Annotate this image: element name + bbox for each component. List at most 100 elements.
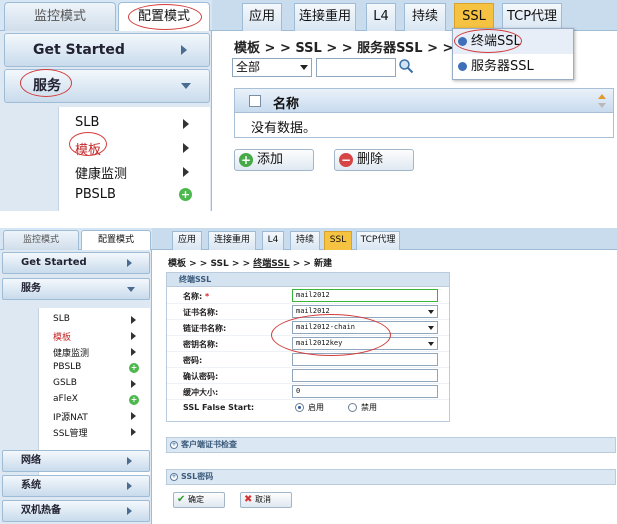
chain-label: 链证书名称: <box>183 324 227 333</box>
collapsible-client-cert-check[interactable]: + 客户端证书检查 <box>166 437 616 453</box>
false-start-disable-radio[interactable] <box>348 403 357 412</box>
chevron-right-icon <box>131 428 136 436</box>
delete-button-label: 删除 <box>357 152 384 167</box>
dropdown-arrow-icon <box>428 342 434 346</box>
sidebar-section-label: Get Started <box>21 257 87 268</box>
sidebar-item-pbslb[interactable]: PBSLB <box>75 187 116 202</box>
tab-tcp-proxy[interactable]: TCP代理 <box>356 231 400 250</box>
breadcrumb: 模板 > > SSL > > 服务器SSL > > 列 <box>234 41 471 56</box>
filter-select[interactable]: 全部 <box>232 58 312 77</box>
sidebar-section-system[interactable]: 系统 <box>2 475 150 497</box>
menu-item-label: 服务器SSL <box>471 59 534 74</box>
menu-item-server-ssl[interactable]: 服务器SSL <box>453 54 573 79</box>
collapsible-ssl-cipher[interactable]: + SSL密码 <box>166 469 616 485</box>
tab-config-mode[interactable]: 配置模式 <box>81 230 151 251</box>
tab-connection-reuse[interactable]: 连接重用 <box>294 3 356 31</box>
plus-icon[interactable]: + <box>129 363 139 373</box>
sidebar-item-ip-source-nat[interactable]: IP源NAT <box>53 410 88 423</box>
sidebar-section-label: 双机热备 <box>21 505 61 516</box>
collapsible-title: 客户端证书检查 <box>181 440 237 449</box>
function-tab-bar: 应用 连接重用 L4 持续 SSL TCP代理 <box>212 0 617 31</box>
tab-monitor-mode[interactable]: 监控模式 <box>3 230 79 250</box>
plus-icon[interactable]: + <box>129 395 139 405</box>
sidebar-item-template[interactable]: 模板 <box>53 330 71 343</box>
cert-label: 证书名称: <box>183 308 219 317</box>
sidebar-section-network[interactable]: 网络 <box>2 450 150 472</box>
sidebar-section-get-started[interactable]: Get Started <box>2 252 150 274</box>
sidebar-item-slb[interactable]: SLB <box>53 314 70 324</box>
sidebar-section-label: 系统 <box>21 480 41 491</box>
add-button[interactable]: + 添加 <box>234 149 314 171</box>
tab-application[interactable]: 应用 <box>242 3 282 31</box>
sidebar-item-gslb[interactable]: GSLB <box>53 378 77 388</box>
minus-icon: − <box>339 153 353 167</box>
name-label: 名称: * <box>183 292 210 301</box>
tab-tcp-proxy[interactable]: TCP代理 <box>502 3 562 31</box>
sidebar-section-label: 网络 <box>21 455 41 466</box>
tab-l4[interactable]: L4 <box>262 231 284 250</box>
sidebar-section-service[interactable]: 服务 <box>2 278 150 300</box>
ok-button-label: 确定 <box>188 495 204 504</box>
chevron-right-icon <box>183 119 189 129</box>
tab-ssl[interactable]: SSL <box>324 231 352 250</box>
chevron-right-icon <box>127 507 132 515</box>
sidebar-section-label: Get Started <box>33 42 125 58</box>
select-all-checkbox[interactable] <box>249 95 261 107</box>
tab-monitor-mode[interactable]: 监控模式 <box>4 2 116 31</box>
chevron-right-icon <box>127 482 132 490</box>
tab-ssl[interactable]: SSL <box>454 3 494 31</box>
cancel-button[interactable]: ✖ 取消 <box>240 492 292 508</box>
buffer-size-input[interactable]: 0 <box>292 385 438 398</box>
sidebar-item-health-monitor[interactable]: 健康监测 <box>53 346 89 359</box>
tab-persistence[interactable]: 持续 <box>404 3 446 31</box>
panel-title: 终端SSL <box>167 273 449 287</box>
empty-table-message: 没有数据。 <box>251 121 317 136</box>
plus-icon[interactable]: + <box>179 188 192 201</box>
tab-application[interactable]: 应用 <box>172 231 202 250</box>
sidebar: Get Started 服务 SLB 模板 健康监测 PBSLB + <box>0 31 212 211</box>
tab-connection-reuse[interactable]: 连接重用 <box>208 231 256 250</box>
search-input[interactable] <box>316 58 396 77</box>
plus-icon: + <box>239 153 253 167</box>
false-start-enable-radio[interactable] <box>295 403 304 412</box>
sidebar-section-ha[interactable]: 双机热备 <box>2 500 150 522</box>
sidebar-section-get-started[interactable]: Get Started <box>4 33 210 67</box>
ok-button[interactable]: ✔ 确定 <box>173 492 225 508</box>
dropdown-arrow-icon <box>300 65 308 70</box>
form-row-false-start: SSL False Start: 启用 禁用 <box>167 400 449 416</box>
dropdown-arrow-icon <box>428 326 434 330</box>
template-table: 名称 没有数据。 <box>234 88 614 138</box>
tab-persistence[interactable]: 持续 <box>290 231 320 250</box>
sidebar-item-aflex[interactable]: aFleX <box>53 394 78 404</box>
check-icon: ✔ <box>177 494 186 505</box>
false-start-label: SSL False Start: <box>183 403 255 412</box>
search-icon[interactable] <box>398 58 414 74</box>
breadcrumb-link-client-ssl[interactable]: 终端SSL <box>253 259 289 269</box>
chevron-right-icon <box>131 316 136 324</box>
add-button-label: 添加 <box>257 152 284 167</box>
confirm-password-input[interactable] <box>292 369 438 382</box>
chevron-right-icon <box>131 348 136 356</box>
chevron-right-icon <box>127 259 132 267</box>
chevron-right-icon <box>131 412 136 420</box>
close-icon: ✖ <box>244 494 253 505</box>
name-input[interactable]: mail2012 <box>292 289 438 302</box>
sidebar-item-pbslb[interactable]: PBSLB <box>53 362 81 372</box>
sidebar-item-slb[interactable]: SLB <box>75 115 99 130</box>
form-row-confirm-password: 确认密码: <box>167 368 449 384</box>
sidebar-section-label: 服务 <box>21 283 41 294</box>
sidebar-item-ssl-management[interactable]: SSL管理 <box>53 426 87 439</box>
filter-select-value: 全部 <box>236 60 261 74</box>
required-mark: * <box>205 292 210 301</box>
column-header-name[interactable]: 名称 <box>273 93 299 112</box>
sort-icon[interactable] <box>597 93 607 109</box>
bullet-icon <box>458 62 467 71</box>
tab-l4[interactable]: L4 <box>366 3 396 31</box>
chevron-right-icon <box>183 167 189 177</box>
sidebar-submenu: SLB 模板 健康监测 PBSLB + <box>58 107 210 211</box>
function-tab-bar: 应用 连接重用 L4 持续 SSL TCP代理 <box>152 228 617 250</box>
chevron-right-icon <box>127 457 132 465</box>
sidebar-item-health-monitor[interactable]: 健康监测 <box>75 163 127 182</box>
disable-label: 禁用 <box>361 403 377 412</box>
delete-button[interactable]: − 删除 <box>334 149 414 171</box>
